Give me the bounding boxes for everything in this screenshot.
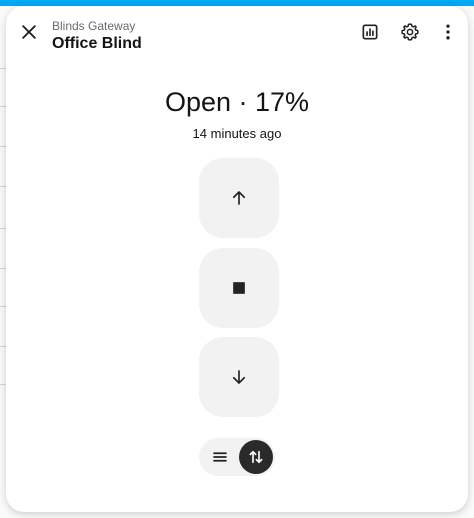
dialog-header: Blinds Gateway Office Blind: [6, 6, 468, 62]
last-changed-time: 14 minutes ago: [192, 126, 282, 141]
dots-vertical-icon: [446, 24, 450, 40]
more-options-button[interactable]: [430, 14, 466, 50]
list-icon: [213, 452, 227, 462]
view-mode-toggle: [199, 438, 275, 476]
stop-cover-button[interactable]: [199, 248, 279, 328]
close-dialog-button[interactable]: [11, 14, 47, 50]
close-cover-button[interactable]: [199, 337, 279, 417]
dialog-subtitle: Blinds Gateway: [52, 19, 136, 33]
settings-button[interactable]: [392, 14, 428, 50]
gear-icon: [401, 23, 419, 41]
chart-box-icon: [362, 24, 378, 40]
more-info-dialog: Blinds Gateway Office Blind Open · 17% 1…: [6, 6, 468, 512]
buttons-view-button[interactable]: [239, 440, 273, 474]
history-button[interactable]: [352, 14, 388, 50]
close-icon: [22, 25, 36, 39]
dialog-titles: Blinds Gateway Office Blind: [52, 19, 142, 54]
swap-vertical-icon: [249, 450, 263, 464]
arrow-up-icon: [232, 191, 246, 205]
stop-icon: [233, 282, 245, 294]
cover-state: Open · 17%: [164, 87, 310, 117]
list-view-button[interactable]: [203, 440, 237, 474]
dialog-title: Office Blind: [52, 35, 142, 52]
open-cover-button[interactable]: [199, 158, 279, 238]
arrow-down-icon: [232, 370, 246, 384]
